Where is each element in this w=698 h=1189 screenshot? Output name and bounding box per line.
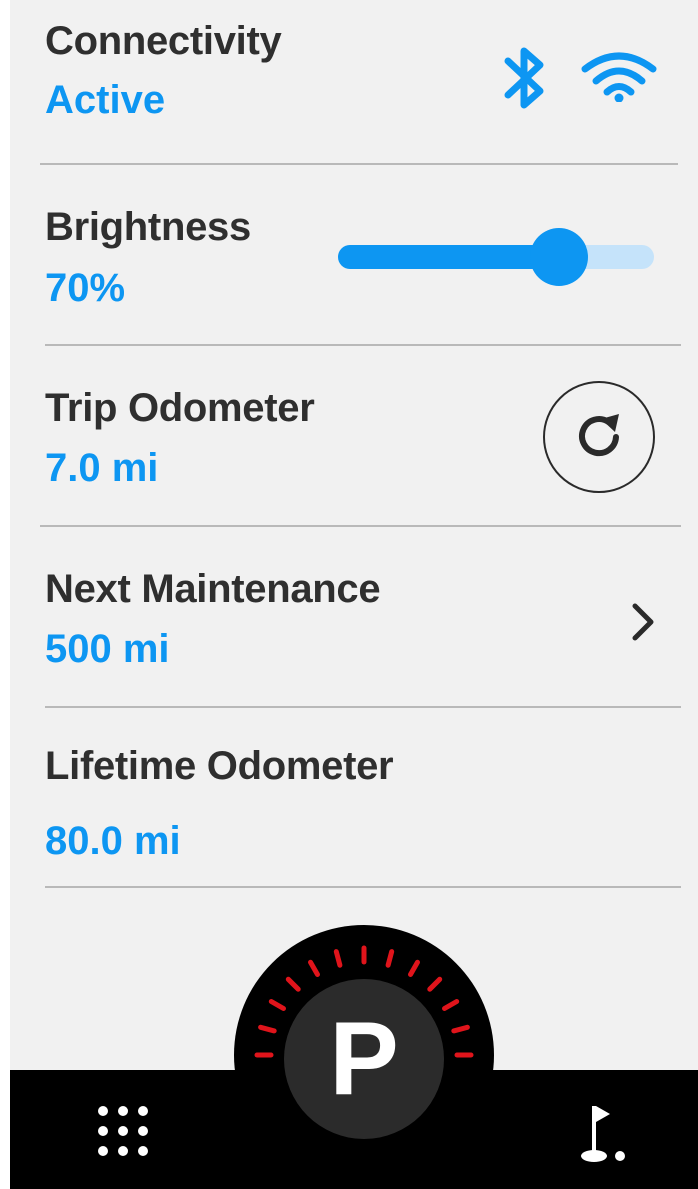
trip-odometer-title: Trip Odometer	[45, 386, 315, 430]
dial-tick	[385, 949, 395, 968]
dial-tick	[308, 959, 320, 977]
dial-tick	[258, 1024, 277, 1034]
brightness-title: Brightness	[45, 205, 251, 249]
settings-screen: Connectivity Active Brightness 70% Trip …	[10, 0, 698, 1189]
dial-tick	[268, 999, 286, 1011]
next-maintenance-value: 500 mi	[45, 627, 170, 671]
dial-tick	[333, 949, 343, 968]
lifetime-odometer-value: 80.0 mi	[45, 819, 181, 863]
brightness-slider-thumb[interactable]	[530, 228, 588, 286]
brightness-value: 70%	[45, 266, 126, 310]
dial-tick	[408, 959, 420, 977]
divider	[45, 886, 681, 888]
trip-reset-button[interactable]	[543, 381, 655, 493]
connectivity-title: Connectivity	[45, 19, 282, 63]
dial-tick	[442, 999, 460, 1011]
connectivity-row[interactable]: Connectivity Active	[10, 0, 698, 163]
golf-flag-icon[interactable]	[576, 1100, 636, 1166]
next-maintenance-title: Next Maintenance	[45, 567, 381, 611]
gear-letter: P	[329, 1001, 399, 1117]
chevron-right-icon[interactable]	[626, 599, 660, 645]
lifetime-odometer-row: Lifetime Odometer 80.0 mi	[10, 708, 698, 888]
dial-tick	[451, 1024, 470, 1034]
next-maintenance-row[interactable]: Next Maintenance 500 mi	[10, 527, 698, 707]
trip-odometer-value: 7.0 mi	[45, 446, 159, 490]
apps-grid-icon[interactable]	[92, 1100, 154, 1162]
wifi-icon[interactable]	[580, 50, 658, 102]
reset-icon	[579, 414, 619, 457]
brightness-slider[interactable]	[338, 228, 654, 286]
connectivity-status: Active	[45, 78, 166, 122]
lifetime-odometer-title: Lifetime Odometer	[45, 744, 394, 788]
bluetooth-icon[interactable]	[500, 43, 550, 113]
